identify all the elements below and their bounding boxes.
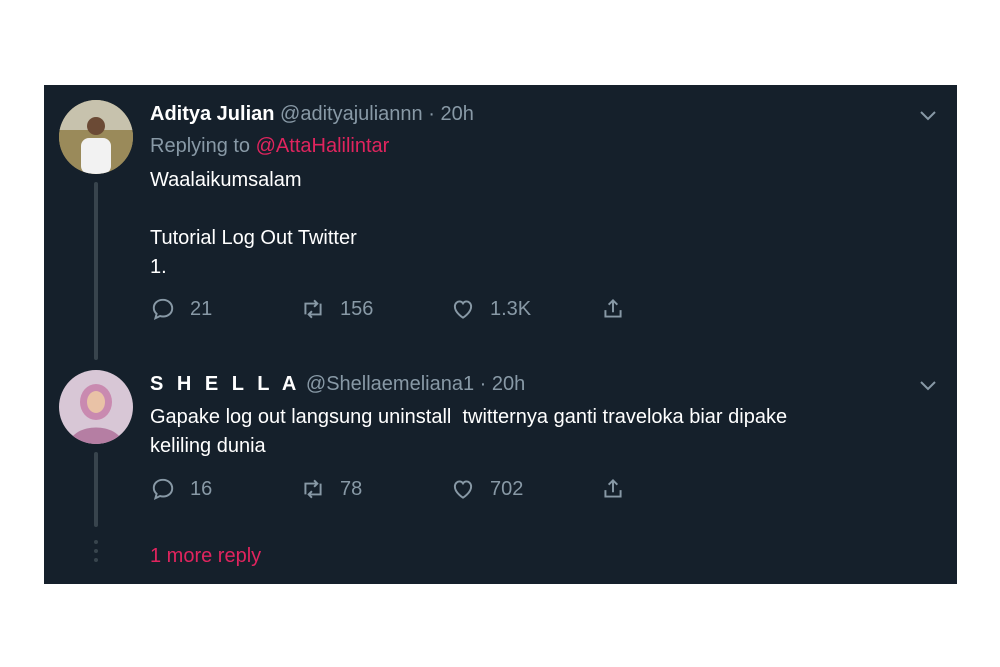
retweet-count: 156 xyxy=(340,297,374,320)
share-icon xyxy=(604,478,622,498)
like-button[interactable]: 702 xyxy=(450,476,523,502)
separator: · xyxy=(428,103,435,125)
reply-count: 16 xyxy=(190,477,213,500)
chevron-down-icon[interactable] xyxy=(919,109,937,121)
retweet-count: 78 xyxy=(340,477,363,500)
reply-button[interactable]: 21 xyxy=(150,296,212,322)
tweet-header: S H E L L A @Shellaemeliana1 · 20h xyxy=(150,373,525,396)
user-handle[interactable]: @adityajuliannn xyxy=(280,103,423,125)
tweet-header: Aditya Julian @adityajuliannn · 20h xyxy=(150,103,474,126)
timestamp[interactable]: 20h xyxy=(492,373,525,395)
like-icon xyxy=(453,300,473,319)
separator: · xyxy=(479,373,487,395)
display-name[interactable]: S H E L L A xyxy=(150,373,300,395)
share-button[interactable] xyxy=(600,476,640,502)
share-button[interactable] xyxy=(600,296,640,322)
reply-count: 21 xyxy=(190,297,213,320)
user-handle[interactable]: @Shellaemeliana1 xyxy=(306,373,474,395)
avatar[interactable] xyxy=(59,370,133,444)
timestamp[interactable]: 20h xyxy=(440,103,473,125)
tweet-text: Waalaikumsalam Tutorial Log Out Twitter … xyxy=(150,169,357,278)
display-name[interactable]: Aditya Julian xyxy=(150,103,274,125)
more-replies-link[interactable]: 1 more reply xyxy=(150,545,261,568)
retweet-button[interactable]: 78 xyxy=(300,476,362,502)
like-count: 1.3K xyxy=(490,297,532,320)
like-button[interactable]: 1.3K xyxy=(450,296,531,322)
reply-button[interactable]: 16 xyxy=(150,476,212,502)
replying-to: Replying to @AttaHalilintar xyxy=(150,135,389,158)
chevron-down-icon[interactable] xyxy=(919,379,937,391)
avatar[interactable] xyxy=(59,100,133,174)
like-icon xyxy=(453,480,473,499)
thread-line xyxy=(94,452,98,527)
reply-icon xyxy=(152,478,174,500)
thread-line xyxy=(94,182,98,360)
retweet-icon xyxy=(304,479,322,499)
more-replies-dots xyxy=(94,540,98,567)
replying-prefix: Replying to xyxy=(150,135,256,157)
mention-link[interactable]: @AttaHalilintar xyxy=(256,135,390,157)
share-icon xyxy=(604,298,622,318)
like-count: 702 xyxy=(490,477,524,500)
reply-icon xyxy=(152,298,174,320)
retweet-icon xyxy=(304,299,322,319)
conversation-panel: Aditya Julian @adityajuliannn · 20h Repl… xyxy=(44,85,957,584)
retweet-button[interactable]: 156 xyxy=(300,296,373,322)
tweet-text: Gapake log out langsung uninstall twitte… xyxy=(150,406,788,457)
